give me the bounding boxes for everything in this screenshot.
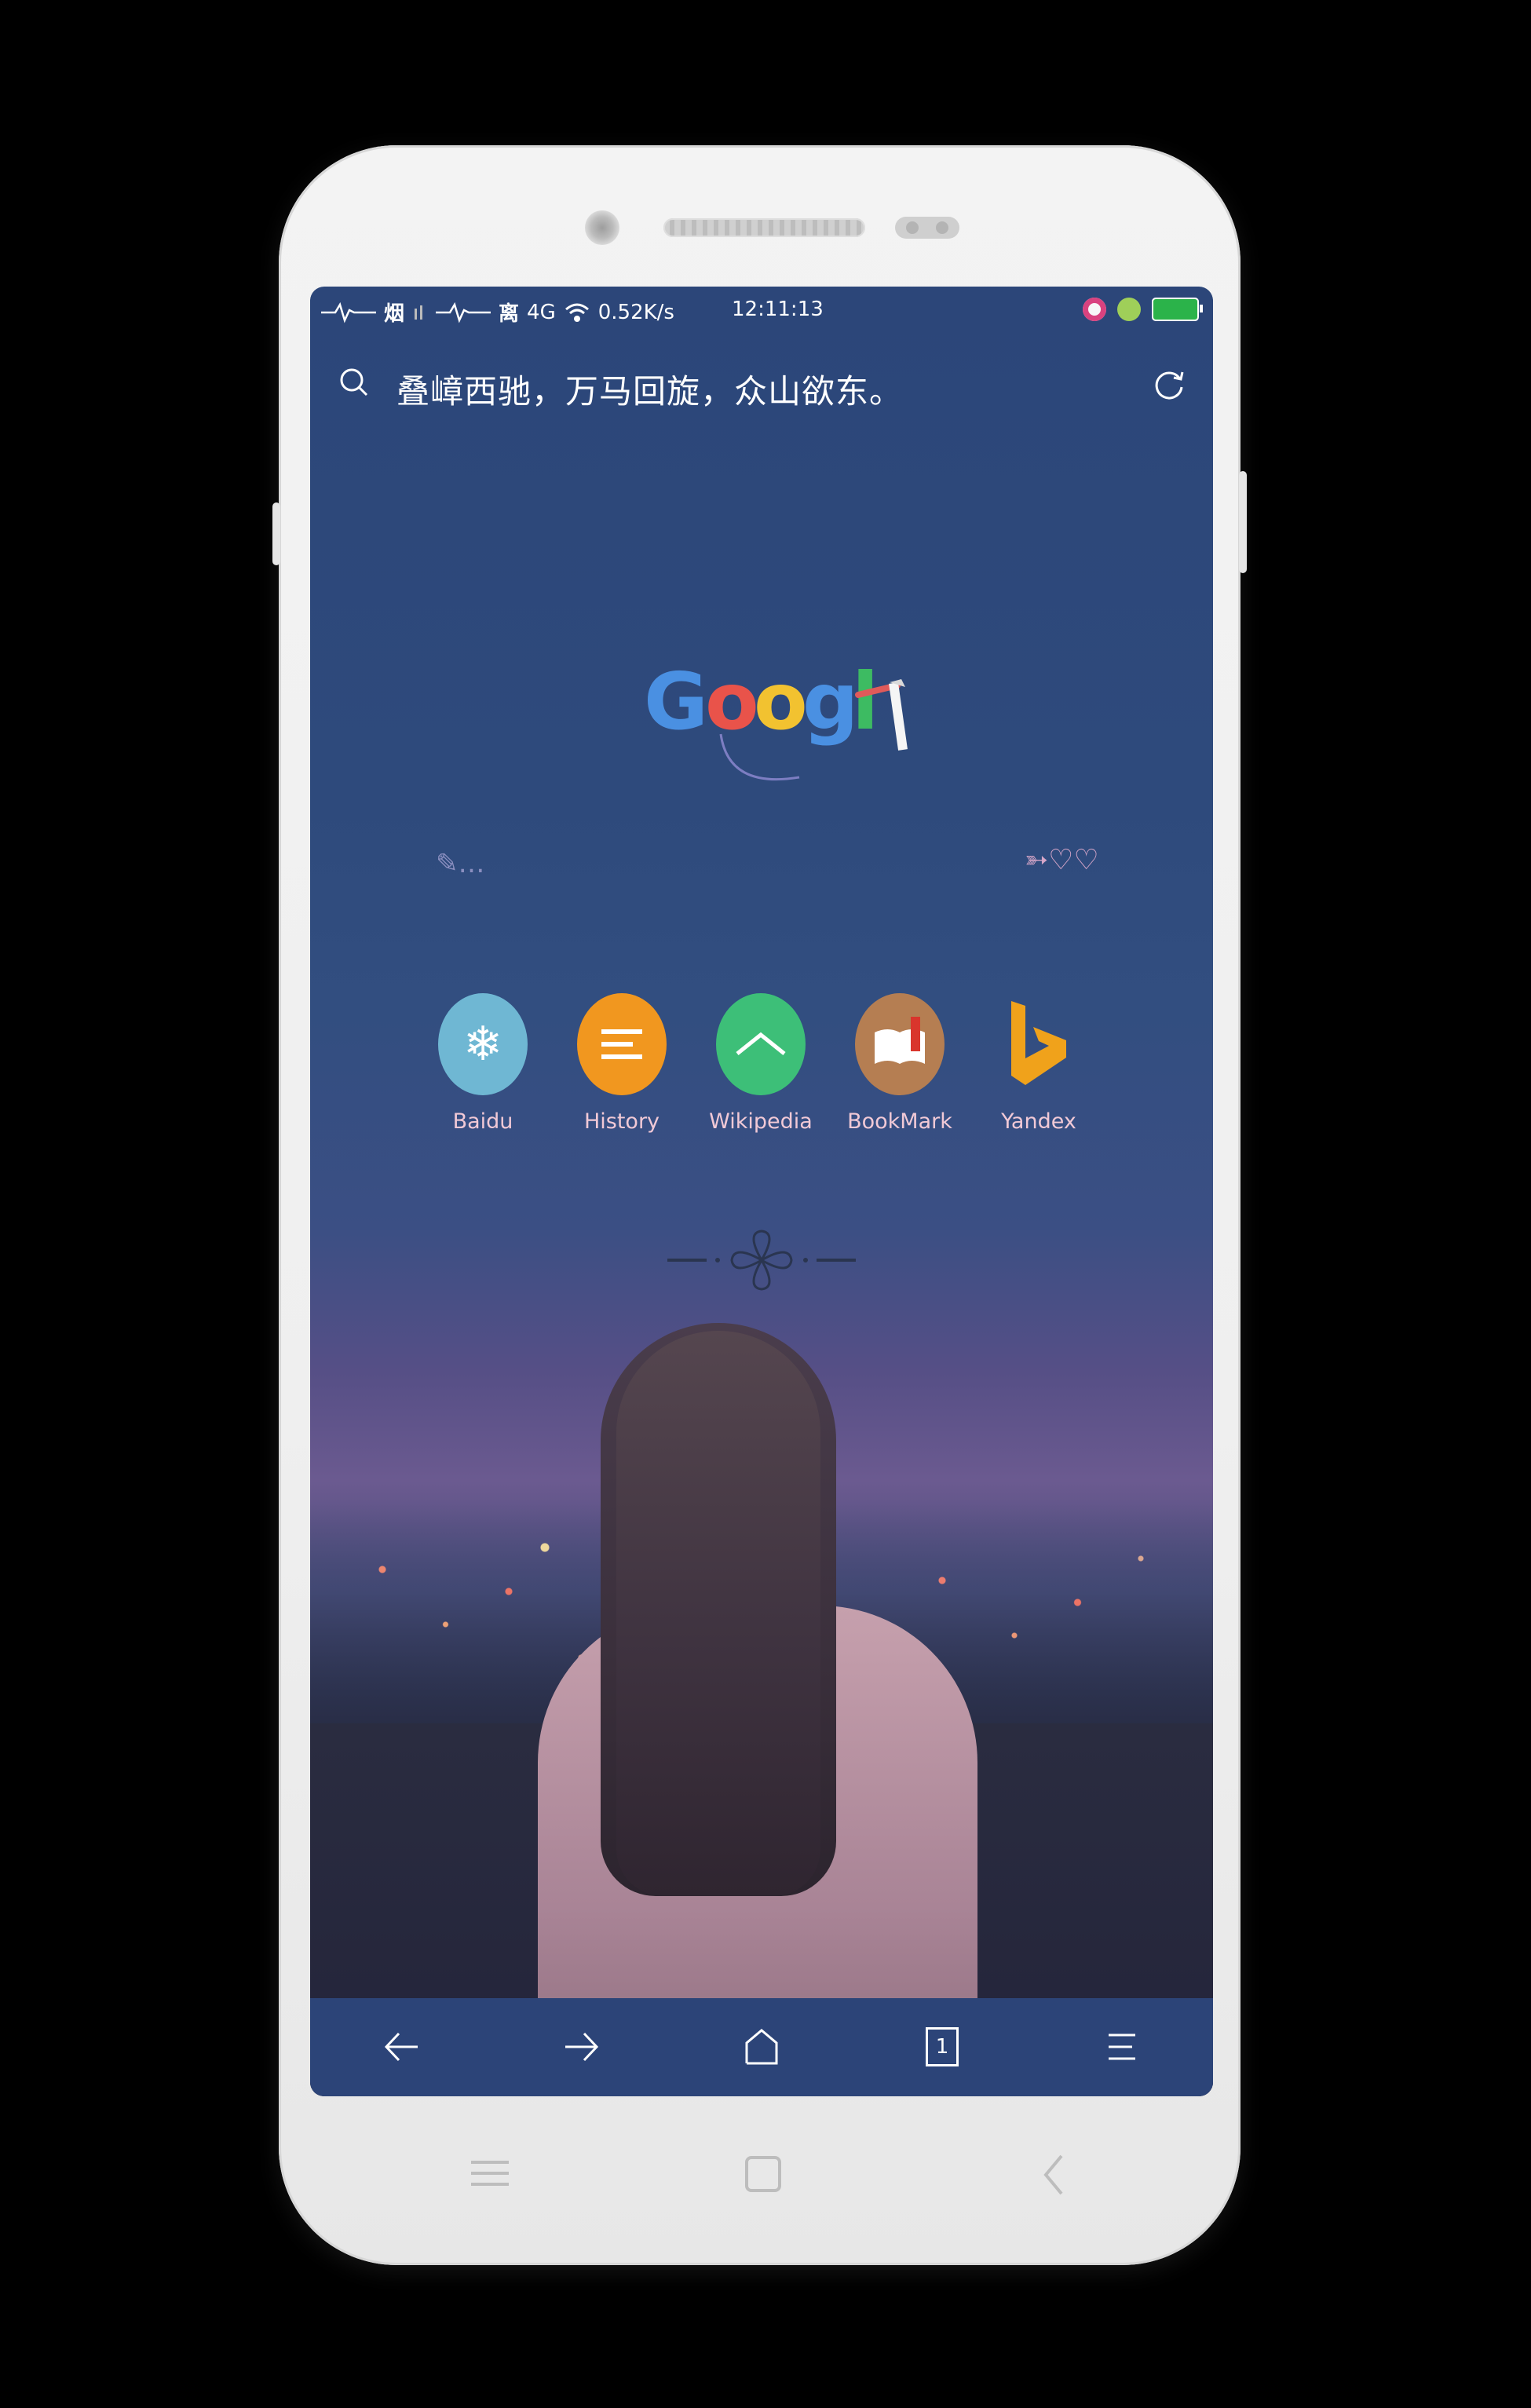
battery-icon <box>1152 298 1203 321</box>
signal-wave-icon <box>321 301 376 323</box>
recent-apps-icon[interactable] <box>468 2158 512 2189</box>
browser-screen: 烟 离 4G 0.52K/s 12:11:13 叠嶂西驰，万马回旋，众山欲东。 <box>310 287 1213 2096</box>
book-icon <box>875 1017 925 1064</box>
browser-toolbar: 1 <box>310 1998 1213 2096</box>
pencil-doodle-icon: ✎… <box>436 848 485 879</box>
carrier-label-1: 烟 <box>384 302 405 326</box>
flower-ornament-icon <box>667 1230 856 1291</box>
volume-button <box>272 502 280 565</box>
wifi-icon <box>565 303 589 322</box>
network-type: 4G <box>527 300 556 324</box>
shortcut-label: Yandex <box>1001 1109 1076 1134</box>
clock: 12:11:13 <box>732 298 824 321</box>
shortcut-history[interactable]: History <box>567 993 677 1134</box>
shortcut-label: History <box>583 1109 660 1134</box>
shortcut-label: Wikipedia <box>709 1109 813 1134</box>
logo-letter-g: G <box>644 656 709 747</box>
snowflake-icon: ❄ <box>462 1017 503 1072</box>
network-speed: 0.52K/s <box>597 300 674 324</box>
menu-lines-icon <box>601 1029 642 1059</box>
refresh-icon[interactable] <box>1150 365 1188 403</box>
back-key-icon[interactable] <box>1038 2151 1069 2198</box>
shortcut-label: BookMark <box>847 1109 952 1134</box>
back-arrow-icon[interactable] <box>380 2026 422 2068</box>
quick-links: ❄ Baidu History Wikipedia BookMark Yande… <box>428 993 1103 1150</box>
paint-brush-icon <box>855 679 908 751</box>
girl-hair-highlight <box>616 1331 820 1896</box>
front-camera <box>585 210 619 245</box>
shortcut-label: Baidu <box>452 1109 513 1134</box>
proximity-sensor <box>895 217 959 239</box>
status-bar: 烟 离 4G 0.52K/s 12:11:13 <box>310 287 1213 334</box>
home-key-icon[interactable] <box>744 2154 783 2194</box>
search-input[interactable]: 叠嶂西驰，万马回旋，众山欲东。 <box>396 365 903 413</box>
power-button <box>1239 471 1247 573</box>
notification-app-icon <box>1083 298 1106 321</box>
search-icon[interactable] <box>338 367 370 398</box>
chevron-up-icon <box>736 1032 786 1055</box>
moon-swoosh-icon <box>719 733 800 781</box>
google-doodle-logo[interactable]: G o o g l <box>644 656 926 805</box>
hearts-arrow-icon: ➳♡♡ <box>1025 844 1099 876</box>
forward-arrow-icon[interactable] <box>561 2026 603 2068</box>
signal-bars-icon <box>415 305 423 320</box>
tabs-button[interactable]: 1 <box>921 2026 963 2068</box>
bing-icon <box>1011 1001 1066 1085</box>
carrier-label-2: 离 <box>499 302 520 326</box>
home-icon[interactable] <box>740 2026 783 2068</box>
shortcut-baidu[interactable]: ❄ Baidu <box>428 993 538 1134</box>
notification-status-icon <box>1117 298 1141 321</box>
tab-count: 1 <box>926 2027 959 2066</box>
shortcut-yandex[interactable]: Yandex <box>984 993 1094 1134</box>
shortcut-wikipedia[interactable]: Wikipedia <box>706 993 816 1134</box>
earpiece-speaker <box>663 218 865 237</box>
search-bar[interactable]: 叠嶂西驰，万马回旋，众山欲东。 <box>310 349 1213 428</box>
shortcut-bookmark[interactable]: BookMark <box>845 993 955 1134</box>
signal-wave-icon-2 <box>436 301 491 323</box>
menu-icon[interactable] <box>1101 2026 1143 2068</box>
